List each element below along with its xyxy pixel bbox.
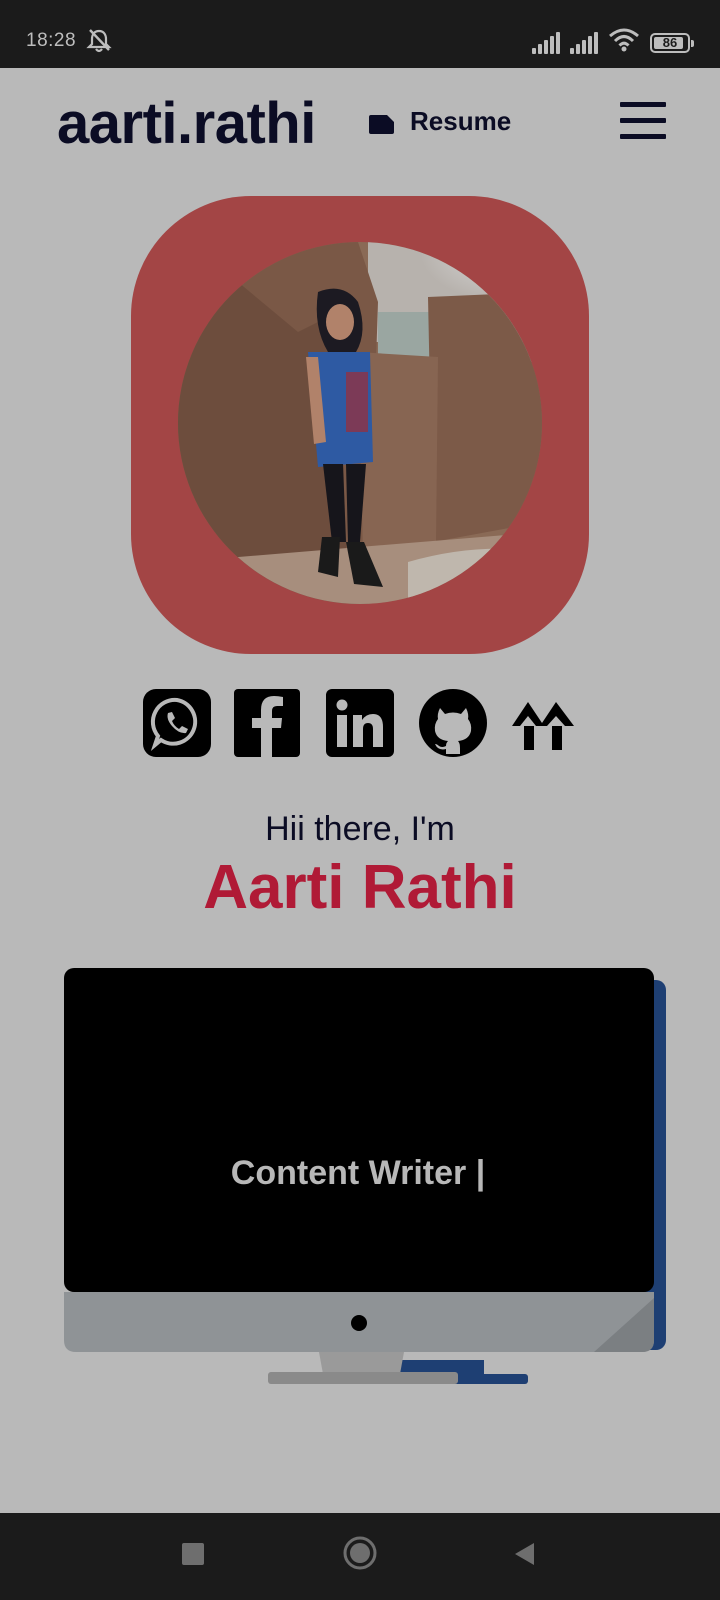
back-button[interactable]	[512, 1541, 538, 1572]
social-links	[142, 688, 580, 758]
whatsapp-icon[interactable]	[142, 688, 212, 758]
linktree-icon[interactable]	[510, 688, 580, 758]
battery-level: 86	[662, 35, 678, 50]
site-logo[interactable]: aarti.rathi	[57, 90, 316, 157]
status-time: 18:28	[26, 30, 77, 51]
menu-icon-line	[620, 118, 666, 123]
home-button[interactable]	[342, 1535, 378, 1576]
hero-greeting: Hii there, I'm	[265, 810, 455, 848]
muted-bell-icon	[84, 28, 114, 59]
signal-icon	[532, 31, 560, 54]
resume-link[interactable]: Resume	[368, 106, 511, 137]
profile-photo-frame	[131, 196, 589, 654]
menu-icon-line	[620, 102, 666, 107]
linkedin-icon[interactable]	[326, 688, 396, 758]
battery-icon: 86	[650, 32, 694, 53]
profile-photo	[178, 242, 542, 604]
menu-icon-line	[620, 134, 666, 139]
file-icon	[368, 111, 396, 134]
monitor-illustration: Content Writer |	[64, 968, 666, 1468]
resume-label: Resume	[410, 106, 512, 136]
facebook-icon[interactable]	[234, 688, 304, 758]
hero-name: Aarti Rathi	[203, 853, 517, 922]
page: aarti.rathi Resume Hii there, I'm Aarti …	[0, 68, 720, 1513]
recent-apps-button[interactable]	[180, 1541, 206, 1572]
system-nav-bar	[0, 1513, 720, 1600]
wifi-icon	[608, 28, 640, 57]
signal-icon-2	[570, 31, 598, 54]
menu-button[interactable]	[620, 102, 668, 142]
status-bar: 18:28 86	[0, 0, 720, 68]
github-icon[interactable]	[418, 688, 488, 758]
typed-role-text: Content Writer |	[230, 1154, 486, 1192]
